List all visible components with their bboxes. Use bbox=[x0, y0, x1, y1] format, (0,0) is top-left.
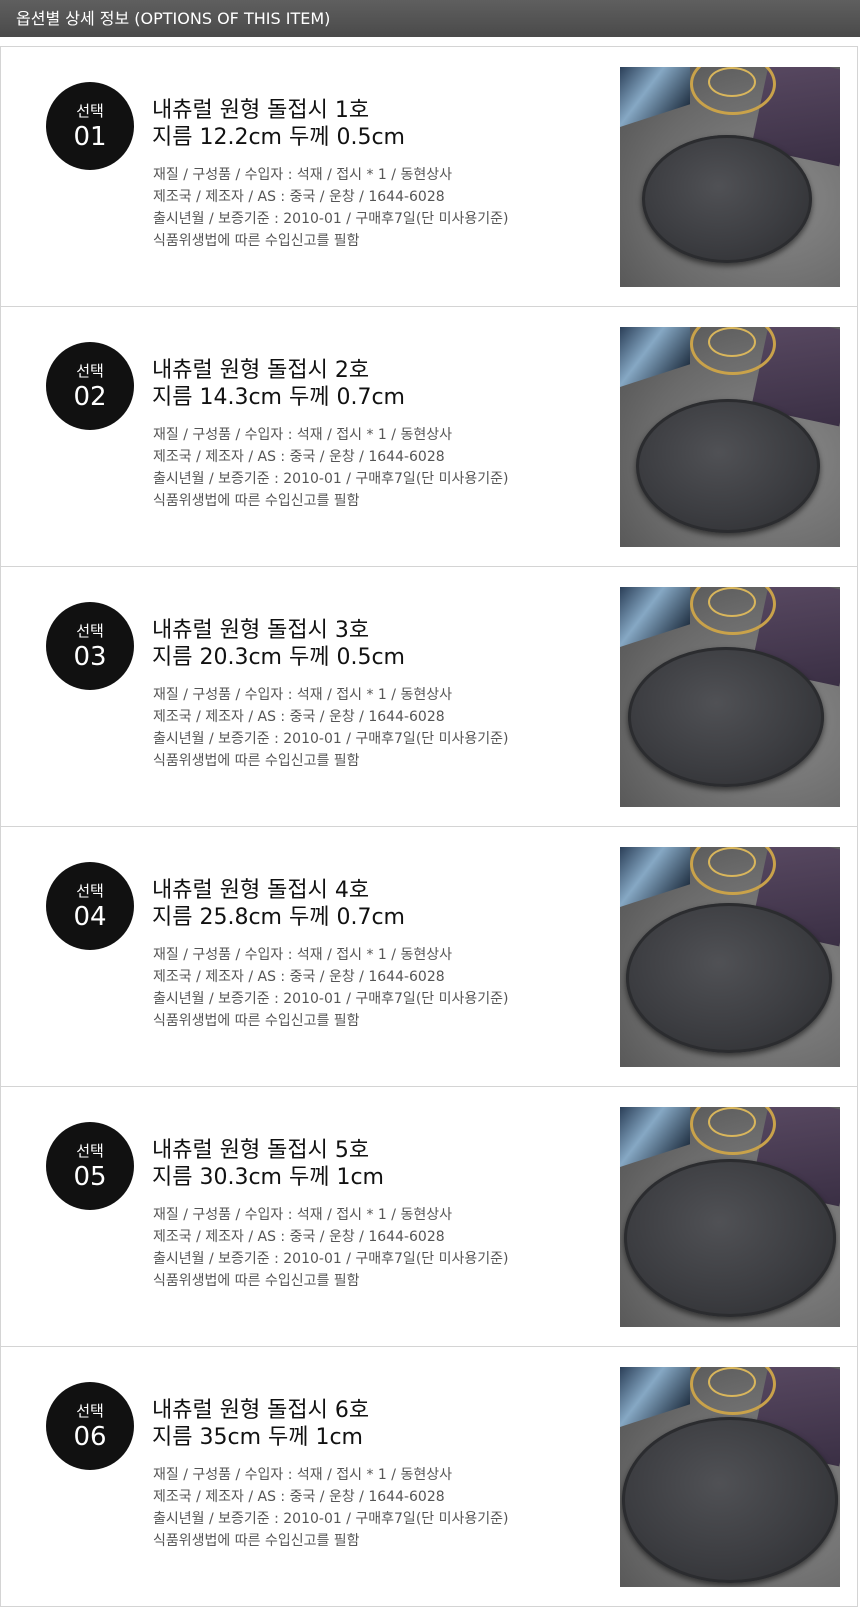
option-info: 재질 / 구성품 / 수입자 : 석재 / 접시 * 1 / 동현상사 제조국 … bbox=[153, 1204, 508, 1292]
info-import: 식품위생법에 따른 수입신고를 필함 bbox=[153, 1013, 360, 1029]
info-release: 출시년월 / 보증기준 : 2010-01 / 구매후7일(단 미사용기준) bbox=[153, 991, 509, 1007]
product-photo bbox=[620, 327, 840, 547]
badge-label: 선택 bbox=[76, 1142, 104, 1160]
product-photo bbox=[620, 847, 840, 1067]
option-info: 재질 / 구성품 / 수입자 : 석재 / 접시 * 1 / 동현상사 제조국 … bbox=[153, 164, 508, 252]
section-title: 옵션별 상세 정보 (OPTIONS OF THIS ITEM) bbox=[16, 9, 331, 28]
section-header: 옵션별 상세 정보 (OPTIONS OF THIS ITEM) bbox=[0, 0, 860, 37]
info-material: 재질 / 구성품 / 수입자 : 석재 / 접시 * 1 / 동현상사 bbox=[153, 167, 452, 183]
badge-label: 선택 bbox=[76, 362, 104, 380]
option-name: 내츄럴 원형 돌접시 3호 bbox=[152, 618, 370, 643]
option-title: 내츄럴 원형 돌접시 4호 지름 25.8cm 두께 0.7cm bbox=[152, 877, 405, 931]
info-import: 식품위생법에 따른 수입신고를 필함 bbox=[153, 1533, 360, 1549]
option-number-badge: 선택 04 bbox=[46, 862, 134, 950]
badge-label: 선택 bbox=[76, 1402, 104, 1420]
option-title: 내츄럴 원형 돌접시 3호 지름 20.3cm 두께 0.5cm bbox=[152, 617, 405, 671]
option-name: 내츄럴 원형 돌접시 4호 bbox=[152, 878, 370, 903]
info-import: 식품위생법에 따른 수입신고를 필함 bbox=[153, 1273, 360, 1289]
option-info: 재질 / 구성품 / 수입자 : 석재 / 접시 * 1 / 동현상사 제조국 … bbox=[153, 424, 508, 512]
option-item: 선택 02 내츄럴 원형 돌접시 2호 지름 14.3cm 두께 0.7cm 재… bbox=[0, 306, 858, 566]
badge-number: 04 bbox=[73, 902, 107, 932]
info-material: 재질 / 구성품 / 수입자 : 석재 / 접시 * 1 / 동현상사 bbox=[153, 427, 452, 443]
info-origin: 제조국 / 제조자 / AS : 중국 / 운창 / 1644-6028 bbox=[153, 189, 445, 205]
info-origin: 제조국 / 제조자 / AS : 중국 / 운창 / 1644-6028 bbox=[153, 969, 445, 985]
option-number-badge: 선택 06 bbox=[46, 1382, 134, 1470]
badge-label: 선택 bbox=[76, 622, 104, 640]
option-info: 재질 / 구성품 / 수입자 : 석재 / 접시 * 1 / 동현상사 제조국 … bbox=[153, 1464, 508, 1552]
product-photo bbox=[620, 1367, 840, 1587]
option-size: 지름 30.3cm 두께 1cm bbox=[152, 1165, 384, 1190]
option-size: 지름 14.3cm 두께 0.7cm bbox=[152, 385, 405, 410]
info-release: 출시년월 / 보증기준 : 2010-01 / 구매후7일(단 미사용기준) bbox=[153, 211, 509, 227]
option-title: 내츄럴 원형 돌접시 1호 지름 12.2cm 두께 0.5cm bbox=[152, 97, 405, 151]
option-name: 내츄럴 원형 돌접시 1호 bbox=[152, 98, 370, 123]
option-title: 내츄럴 원형 돌접시 6호 지름 35cm 두께 1cm bbox=[152, 1397, 369, 1451]
info-origin: 제조국 / 제조자 / AS : 중국 / 운창 / 1644-6028 bbox=[153, 709, 445, 725]
option-item: 선택 03 내츄럴 원형 돌접시 3호 지름 20.3cm 두께 0.5cm 재… bbox=[0, 566, 858, 826]
option-item: 선택 04 내츄럴 원형 돌접시 4호 지름 25.8cm 두께 0.7cm 재… bbox=[0, 826, 858, 1086]
info-origin: 제조국 / 제조자 / AS : 중국 / 운창 / 1644-6028 bbox=[153, 449, 445, 465]
option-item: 선택 05 내츄럴 원형 돌접시 5호 지름 30.3cm 두께 1cm 재질 … bbox=[0, 1086, 858, 1346]
option-title: 내츄럴 원형 돌접시 5호 지름 30.3cm 두께 1cm bbox=[152, 1137, 384, 1191]
option-number-badge: 선택 05 bbox=[46, 1122, 134, 1210]
option-number-badge: 선택 03 bbox=[46, 602, 134, 690]
options-list: 선택 01 내츄럴 원형 돌접시 1호 지름 12.2cm 두께 0.5cm 재… bbox=[0, 46, 860, 1607]
info-material: 재질 / 구성품 / 수입자 : 석재 / 접시 * 1 / 동현상사 bbox=[153, 687, 452, 703]
option-item: 선택 01 내츄럴 원형 돌접시 1호 지름 12.2cm 두께 0.5cm 재… bbox=[0, 46, 858, 306]
info-release: 출시년월 / 보증기준 : 2010-01 / 구매후7일(단 미사용기준) bbox=[153, 1251, 509, 1267]
option-size: 지름 35cm 두께 1cm bbox=[152, 1425, 363, 1450]
info-release: 출시년월 / 보증기준 : 2010-01 / 구매후7일(단 미사용기준) bbox=[153, 1511, 509, 1527]
info-material: 재질 / 구성품 / 수입자 : 석재 / 접시 * 1 / 동현상사 bbox=[153, 947, 452, 963]
info-import: 식품위생법에 따른 수입신고를 필함 bbox=[153, 493, 360, 509]
badge-number: 01 bbox=[73, 122, 107, 152]
option-info: 재질 / 구성품 / 수입자 : 석재 / 접시 * 1 / 동현상사 제조국 … bbox=[153, 684, 508, 772]
option-name: 내츄럴 원형 돌접시 6호 bbox=[152, 1398, 370, 1423]
info-import: 식품위생법에 따른 수입신고를 필함 bbox=[153, 753, 360, 769]
option-number-badge: 선택 02 bbox=[46, 342, 134, 430]
badge-number: 02 bbox=[73, 382, 107, 412]
info-origin: 제조국 / 제조자 / AS : 중국 / 운창 / 1644-6028 bbox=[153, 1489, 445, 1505]
option-size: 지름 20.3cm 두께 0.5cm bbox=[152, 645, 405, 670]
info-release: 출시년월 / 보증기준 : 2010-01 / 구매후7일(단 미사용기준) bbox=[153, 471, 509, 487]
option-size: 지름 25.8cm 두께 0.7cm bbox=[152, 905, 405, 930]
product-photo bbox=[620, 1107, 840, 1327]
option-info: 재질 / 구성품 / 수입자 : 석재 / 접시 * 1 / 동현상사 제조국 … bbox=[153, 944, 508, 1032]
option-item: 선택 06 내츄럴 원형 돌접시 6호 지름 35cm 두께 1cm 재질 / … bbox=[0, 1346, 858, 1607]
product-photo bbox=[620, 587, 840, 807]
badge-label: 선택 bbox=[76, 102, 104, 120]
option-title: 내츄럴 원형 돌접시 2호 지름 14.3cm 두께 0.7cm bbox=[152, 357, 405, 411]
info-material: 재질 / 구성품 / 수입자 : 석재 / 접시 * 1 / 동현상사 bbox=[153, 1207, 452, 1223]
info-origin: 제조국 / 제조자 / AS : 중국 / 운창 / 1644-6028 bbox=[153, 1229, 445, 1245]
info-release: 출시년월 / 보증기준 : 2010-01 / 구매후7일(단 미사용기준) bbox=[153, 731, 509, 747]
info-material: 재질 / 구성품 / 수입자 : 석재 / 접시 * 1 / 동현상사 bbox=[153, 1467, 452, 1483]
product-photo bbox=[620, 67, 840, 287]
badge-number: 06 bbox=[73, 1422, 107, 1452]
badge-number: 05 bbox=[73, 1162, 107, 1192]
badge-label: 선택 bbox=[76, 882, 104, 900]
option-name: 내츄럴 원형 돌접시 5호 bbox=[152, 1138, 370, 1163]
info-import: 식품위생법에 따른 수입신고를 필함 bbox=[153, 233, 360, 249]
badge-number: 03 bbox=[73, 642, 107, 672]
option-name: 내츄럴 원형 돌접시 2호 bbox=[152, 358, 370, 383]
option-size: 지름 12.2cm 두께 0.5cm bbox=[152, 125, 405, 150]
option-number-badge: 선택 01 bbox=[46, 82, 134, 170]
